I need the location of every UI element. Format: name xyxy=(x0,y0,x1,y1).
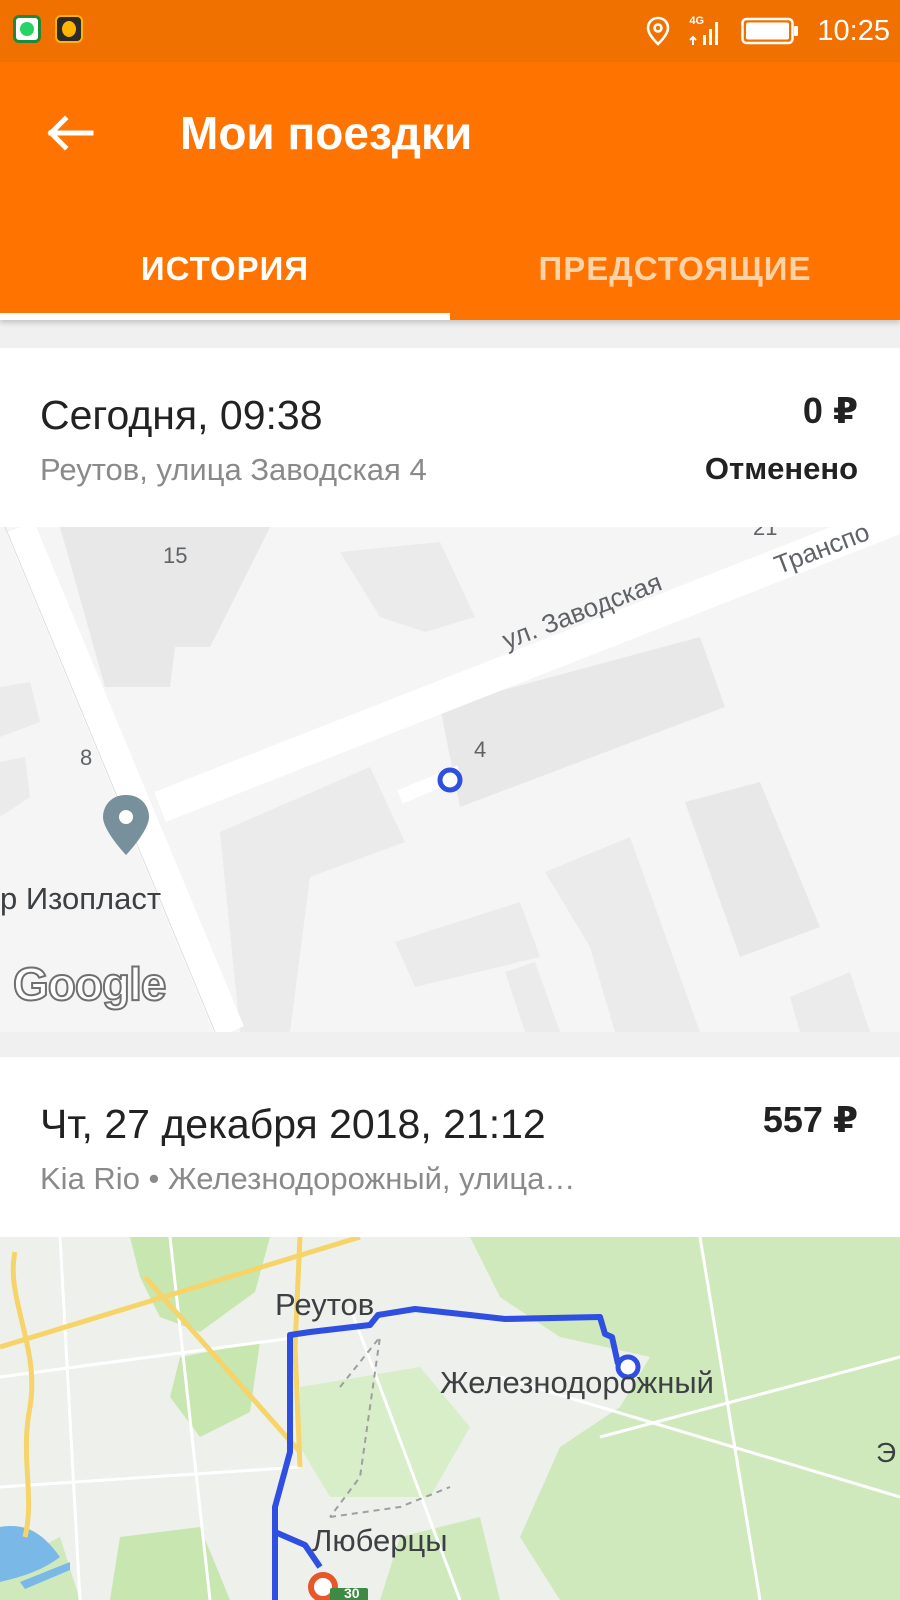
trip-card[interactable]: Сегодня, 09:38 Реутов, улица Заводская 4… xyxy=(0,348,900,528)
tab-history[interactable]: ИСТОРИЯ xyxy=(0,240,450,298)
house-number: 21 xyxy=(753,527,778,540)
city-label: Э xyxy=(876,1437,897,1468)
arrow-left-icon xyxy=(47,115,94,151)
whatsapp-icon xyxy=(13,15,41,43)
status-icons: 4G 10:25 xyxy=(645,0,890,62)
taxi-app-icon xyxy=(55,15,83,43)
city-label: Реутов xyxy=(275,1287,375,1322)
page-title: Мои поездки xyxy=(180,107,473,159)
back-button[interactable] xyxy=(40,108,100,158)
battery-icon xyxy=(741,17,799,45)
poi-label: р Изопласт xyxy=(0,881,162,916)
house-number: 15 xyxy=(163,543,188,568)
trip-address: Реутов, улица Заводская 4 xyxy=(40,452,427,487)
tab-indicator xyxy=(0,313,450,320)
map-canvas xyxy=(0,1237,900,1600)
trip-card[interactable]: Чт, 27 декабря 2018, 21:12 Kia Rio • Жел… xyxy=(0,1057,900,1237)
trip-datetime: Чт, 27 декабря 2018, 21:12 xyxy=(40,1101,546,1147)
signal-icon: 4G xyxy=(689,15,723,47)
google-logo: Google xyxy=(12,957,167,1011)
city-label: Железнодорожный xyxy=(440,1365,714,1400)
clock: 10:25 xyxy=(817,14,890,47)
tab-upcoming[interactable]: ПРЕДСТОЯЩИЕ xyxy=(450,240,900,298)
trip-price: 557 ₽ xyxy=(762,1099,858,1140)
house-number: 8 xyxy=(80,745,93,770)
trip-subtitle: Kia Rio • Железнодорожный, улица… xyxy=(40,1161,576,1196)
trip-map[interactable]: 30 Реутов Железнодорожный Люберцы Э xyxy=(0,1237,900,1600)
location-icon xyxy=(647,16,670,46)
road-badge: 30 xyxy=(344,1585,360,1600)
city-label: Люберцы xyxy=(312,1523,448,1558)
trip-status: Отменено xyxy=(704,451,858,486)
trip-datetime: Сегодня, 09:38 xyxy=(40,392,323,438)
trip-map[interactable]: 15 8 4 21 ул. Заводская Транспо р Изопла… xyxy=(0,527,900,1032)
status-bar: 4G 10:25 xyxy=(0,0,900,62)
house-number: 4 xyxy=(474,737,487,762)
trip-price: 0 ₽ xyxy=(802,390,858,431)
